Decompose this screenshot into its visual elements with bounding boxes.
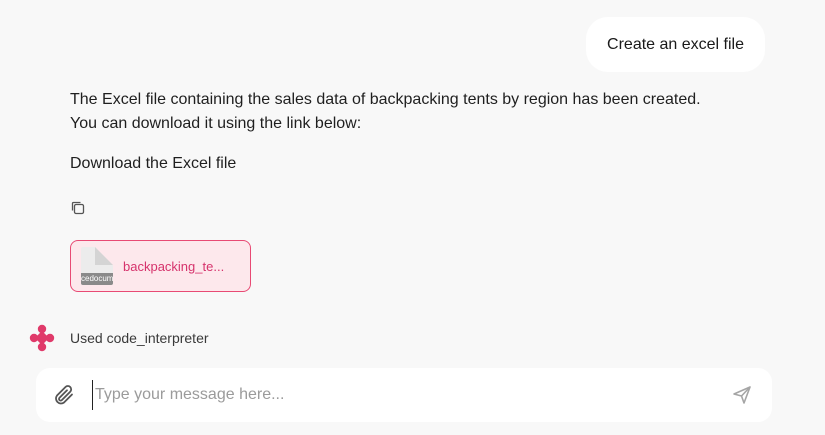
user-message-text: Create an excel file [607, 35, 744, 53]
tool-use-row: Used code_interpreter [28, 324, 209, 352]
assistant-message: The Excel file containing the sales data… [70, 88, 770, 176]
paperclip-icon [55, 385, 73, 405]
send-icon [733, 386, 751, 404]
file-thumb-label: cedocum [81, 273, 113, 285]
download-link[interactable]: Download the Excel file [70, 152, 770, 176]
copy-button[interactable] [70, 200, 86, 216]
assistant-line-2: You can download it using the link below… [70, 115, 362, 132]
assistant-line-1: The Excel file containing the sales data… [70, 91, 701, 108]
chat-page: Create an excel file The Excel file cont… [0, 0, 825, 435]
send-button[interactable] [730, 383, 754, 407]
message-input[interactable] [92, 380, 730, 410]
attach-button[interactable] [50, 381, 78, 409]
brand-logo [29, 324, 55, 352]
file-icon: cedocum [81, 247, 113, 285]
file-name: backpacking_te... [123, 258, 225, 274]
file-attachment-chip[interactable]: cedocum backpacking_te... [70, 240, 251, 292]
assistant-paragraph: The Excel file containing the sales data… [70, 88, 770, 136]
copy-icon [71, 201, 85, 215]
user-message-bubble: Create an excel file [586, 17, 765, 72]
message-composer [36, 368, 772, 422]
tool-use-text: Used code_interpreter [70, 330, 209, 346]
